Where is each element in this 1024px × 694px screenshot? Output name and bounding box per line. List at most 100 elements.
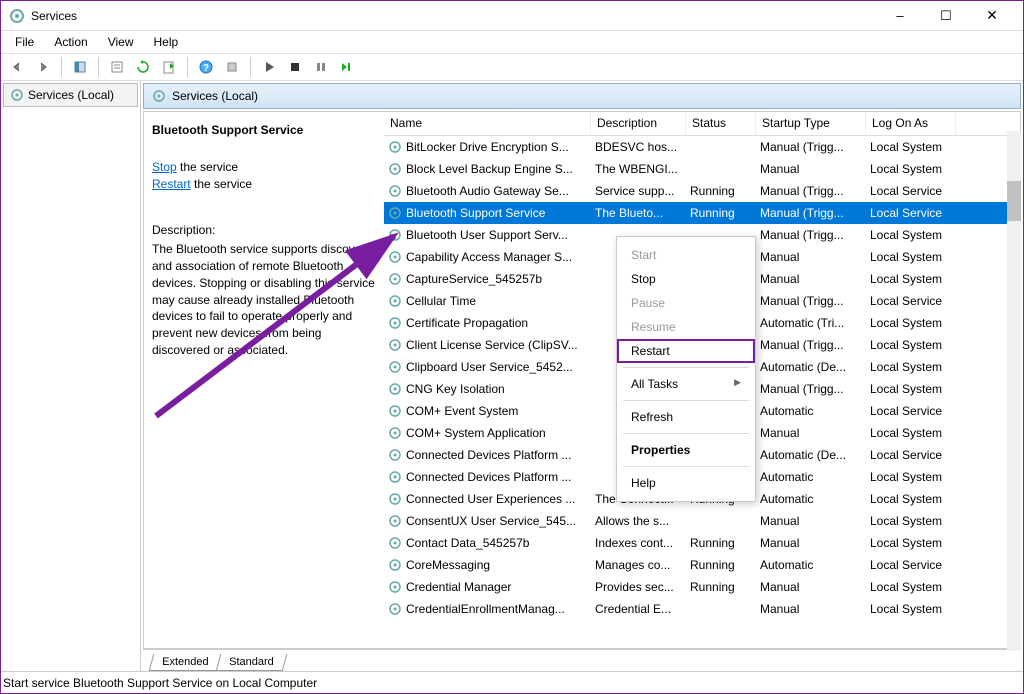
service-name: CNG Key Isolation [406,382,505,396]
service-name: CaptureService_545257b [406,272,542,286]
menu-action[interactable]: Action [46,33,95,51]
maximize-button[interactable]: ☐ [923,1,969,31]
start-service-button[interactable] [257,55,281,79]
close-button[interactable]: ✕ [969,1,1015,31]
gear-icon [388,602,402,616]
menu-file[interactable]: File [7,33,42,51]
list-header-label: Services (Local) [172,89,258,103]
context-all-tasks[interactable]: All Tasks▶ [617,372,755,396]
tab-extended[interactable]: Extended [149,654,222,671]
service-row[interactable]: Contact Data_545257bIndexes cont...Runni… [384,532,1020,554]
service-logon: Local Service [866,448,956,462]
tab-standard[interactable]: Standard [216,654,287,671]
col-name[interactable]: Name [384,112,591,135]
col-description[interactable]: Description [591,112,686,135]
context-pause[interactable]: Pause [617,291,755,315]
service-desc: BDESVC hos... [591,140,686,154]
service-name: BitLocker Drive Encryption S... [406,140,569,154]
tree-item-services-local[interactable]: Services (Local) [3,83,138,107]
export-button[interactable] [157,55,181,79]
service-row[interactable]: Block Level Backup Engine S...The WBENGI… [384,158,1020,180]
service-startup: Manual [756,602,866,616]
detail-pane: Bluetooth Support Service Stop the servi… [144,112,384,648]
context-stop[interactable]: Stop [617,267,755,291]
gear-icon [388,140,402,154]
restart-service-button[interactable] [335,55,359,79]
service-name: Contact Data_545257b [406,536,529,550]
scrollbar-thumb[interactable] [1007,181,1021,221]
service-logon: Local Service [866,404,956,418]
col-startup[interactable]: Startup Type [756,112,866,135]
service-startup: Manual [756,536,866,550]
service-row[interactable]: CoreMessagingManages co...RunningAutomat… [384,554,1020,576]
service-name: Bluetooth User Support Serv... [406,228,568,242]
gear-icon [388,426,402,440]
properties-button[interactable] [105,55,129,79]
service-row[interactable]: ConsentUX User Service_545... Allows the … [384,510,1020,532]
gear-icon [388,228,402,242]
chevron-right-icon: ▶ [734,377,741,388]
service-row[interactable]: CredentialEnrollmentManag...Credential E… [384,598,1020,620]
refresh-button[interactable] [131,55,155,79]
service-startup: Manual (Trigg... [756,382,866,396]
gear-icon [388,316,402,330]
service-row[interactable]: Bluetooth Support ServiceThe Blueto...Ru… [384,202,1020,224]
service-logon: Local System [866,140,956,154]
context-refresh[interactable]: Refresh [617,405,755,429]
service-logon: Local System [866,492,956,506]
service-row[interactable]: BitLocker Drive Encryption S... BDESVC ho… [384,136,1020,158]
service-status: Running [686,536,756,550]
col-status[interactable]: Status [686,112,756,135]
service-desc: Provides sec... [591,580,686,594]
service-desc: Allows the s... [591,514,686,528]
stop-link[interactable]: Stop [152,160,177,174]
context-resume[interactable]: Resume [617,315,755,339]
service-name: Clipboard User Service_5452... [406,360,573,374]
service-logon: Local System [866,272,956,286]
service-row[interactable]: Bluetooth Audio Gateway Se...Service sup… [384,180,1020,202]
service-startup: Manual [756,426,866,440]
service-startup: Manual (Trigg... [756,338,866,352]
description-text: The Bluetooth service supports discovery… [152,241,376,359]
pause-service-button[interactable] [309,55,333,79]
menu-view[interactable]: View [100,33,142,51]
restart-link[interactable]: Restart [152,177,191,191]
context-help[interactable]: Help [617,471,755,495]
service-row[interactable]: Credential ManagerProvides sec...Running… [384,576,1020,598]
gear-icon [388,492,402,506]
svg-text:?: ? [203,63,209,74]
help-button[interactable]: ? [194,55,218,79]
service-name: Credential Manager [406,580,511,594]
service-logon: Local System [866,162,956,176]
service-startup: Manual [756,272,866,286]
service-startup: Manual [756,162,866,176]
service-name: Block Level Backup Engine S... [406,162,573,176]
service-status: Running [686,558,756,572]
service-name: COM+ Event System [406,404,518,418]
service-name: Client License Service (ClipSV... [406,338,578,352]
stop-service-button[interactable] [283,55,307,79]
context-start[interactable]: Start [617,243,755,267]
context-restart[interactable]: Restart [617,339,755,363]
minimize-button[interactable]: – [877,1,923,31]
gear-icon [388,514,402,528]
gear-icon [388,558,402,572]
service-startup: Manual [756,514,866,528]
back-button[interactable] [5,55,29,79]
service-logon: Local System [866,228,956,242]
gear-icon [388,360,402,374]
service-startup: Automatic [756,558,866,572]
col-logon[interactable]: Log On As [866,112,956,135]
service-logon: Local System [866,536,956,550]
service-name: ConsentUX User Service_545... [406,514,576,528]
action-button[interactable] [220,55,244,79]
gear-icon [388,580,402,594]
menu-help[interactable]: Help [146,33,187,51]
service-name: Connected Devices Platform ... [406,448,571,462]
forward-button[interactable] [31,55,55,79]
tabs: Extended Standard [143,649,1021,671]
gear-icon [388,162,402,176]
toolbar: ? [1,53,1023,81]
show-hide-tree-button[interactable] [68,55,92,79]
context-properties[interactable]: Properties [617,438,755,462]
